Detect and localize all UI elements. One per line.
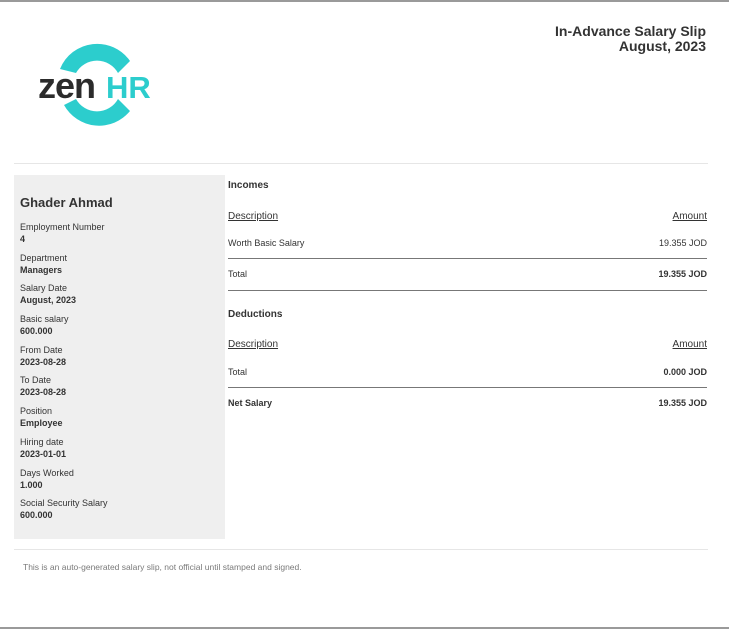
incomes-title: Incomes (228, 180, 269, 191)
net-salary-amount: 19.355 JOD (658, 398, 707, 408)
footer-divider (14, 549, 708, 550)
incomes-total-amount: 19.355 JOD (658, 269, 707, 279)
field-department: Department Managers (20, 253, 68, 275)
deductions-total-amount: 0.000 JOD (663, 367, 707, 377)
slip-period: August, 2023 (618, 38, 706, 54)
employee-name: Ghader Ahmad (20, 195, 113, 210)
bottom-border (0, 627, 729, 629)
deductions-description-header: Description (228, 339, 279, 350)
incomes-total-divider (228, 290, 707, 291)
deductions-amount-header: Amount (672, 339, 707, 350)
incomes-amount-header: Amount (672, 211, 707, 222)
deductions-total-label: Total (228, 367, 248, 377)
field-position: Position Employee (20, 406, 63, 428)
incomes-description-header: Description (228, 211, 279, 222)
field-salary-date: Salary Date August, 2023 (20, 283, 77, 305)
income-row-description: Worth Basic Salary (228, 238, 305, 248)
field-days-worked: Days Worked 1.000 (20, 468, 74, 490)
field-employment-number: Employment Number 4 (20, 222, 105, 244)
slip-title: In-Advance Salary Slip (555, 23, 706, 39)
svg-text:HR: HR (106, 70, 151, 105)
deductions-total-divider (228, 387, 707, 388)
income-row-amount: 19.355 JOD (658, 238, 707, 248)
incomes-total-label: Total (228, 269, 248, 279)
field-social-security-salary: Social Security Salary 600.000 (20, 498, 108, 520)
field-to-date: To Date 2023-08-28 (20, 375, 67, 397)
header-divider (14, 163, 708, 164)
slip-header: In-Advance Salary Slip August, 2023 (555, 24, 706, 54)
field-from-date: From Date 2023-08-28 (20, 345, 67, 367)
svg-text:zen: zen (38, 65, 95, 106)
net-salary-label: Net Salary (228, 398, 273, 408)
deductions-title: Deductions (228, 309, 283, 320)
incomes-divider (228, 258, 707, 259)
field-basic-salary: Basic salary 600.000 (20, 314, 69, 336)
field-hiring-date: Hiring date 2023-01-01 (20, 437, 67, 459)
top-border (0, 0, 729, 2)
footer-note: This is an auto-generated salary slip, n… (23, 562, 302, 572)
employee-info-panel: Ghader Ahmad Employment Number 4 Departm… (14, 175, 225, 539)
zenhr-logo: zen HR (38, 43, 151, 126)
